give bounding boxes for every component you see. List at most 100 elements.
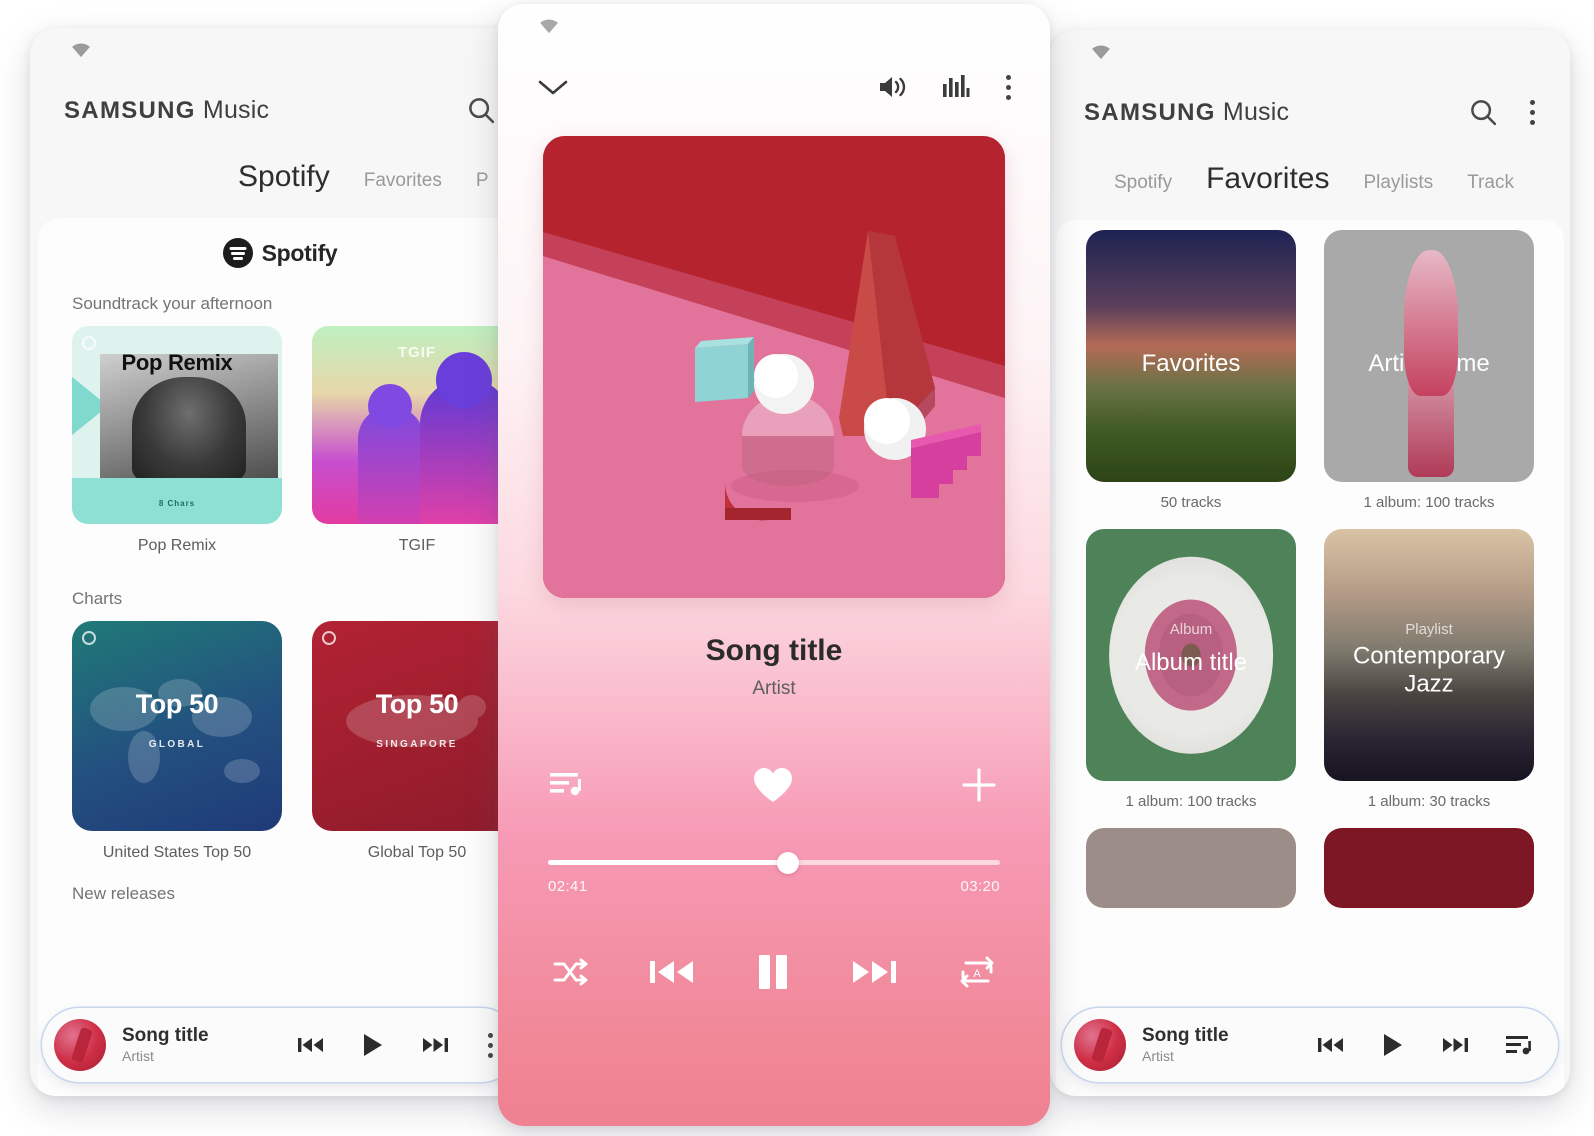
now-playing-top-bar <box>498 50 1050 124</box>
tab-playlists[interactable]: Playlists <box>1363 172 1433 194</box>
card-tgif[interactable]: TGIF TGIF <box>312 326 522 555</box>
status-bar-left <box>30 28 530 74</box>
section-title-soundtrack: Soundtrack your afternoon <box>72 294 273 313</box>
app-bar-right: SAMSUNG Music <box>1050 76 1570 148</box>
wifi-icon <box>72 43 90 58</box>
next-icon[interactable] <box>422 1035 448 1055</box>
transport-controls: A <box>498 953 1050 991</box>
seek-track[interactable] <box>548 851 1000 874</box>
badge-dot-icon <box>322 631 336 645</box>
next-icon[interactable] <box>1442 1035 1468 1055</box>
tab-tracks[interactable]: Track <box>1467 172 1514 194</box>
repeat-all-icon[interactable]: A <box>958 955 996 989</box>
shuffle-icon[interactable] <box>552 957 588 987</box>
art-title-tgif: TGIF <box>397 344 437 361</box>
art-title-us-top-50: Top 50 <box>135 689 219 719</box>
wifi-icon <box>540 19 558 34</box>
grid-card-name: Favorites <box>1141 349 1241 377</box>
volume-icon[interactable] <box>878 74 908 100</box>
search-icon[interactable] <box>466 95 496 125</box>
now-playing-actions <box>498 766 1050 804</box>
content-sheet-left: Spotify Soundtrack your afternoon Pop Re… <box>38 218 522 1096</box>
grid-card-kind: Artist <box>1411 322 1447 339</box>
previous-icon[interactable] <box>650 956 694 988</box>
album-artwork-graphic <box>543 136 1005 598</box>
phone-center-now-playing: Song title Artist 02:41 03:20 A <box>498 4 1050 1126</box>
play-icon[interactable] <box>362 1033 384 1057</box>
favorites-grid-next-row <box>1056 810 1564 908</box>
tab-playlists[interactable]: P <box>476 170 489 192</box>
next-icon[interactable] <box>852 956 896 988</box>
phone-left: SAMSUNG Music Spotify Favorites P Spotif… <box>30 28 530 1096</box>
previous-icon[interactable] <box>1318 1035 1344 1055</box>
card-global-top-50[interactable]: Top 50 SINGAPORE Global Top 50 <box>312 621 522 862</box>
mini-player-right[interactable]: Song title Artist <box>1062 1008 1558 1082</box>
grid-card-caption: 1 album: 30 tracks <box>1367 793 1491 810</box>
grid-card-name: Contemporary Jazz <box>1352 642 1506 698</box>
seek-bar[interactable]: 02:41 03:20 <box>498 851 1050 895</box>
phone-right: SAMSUNG Music Spotify Favorites Playlist… <box>1050 30 1570 1096</box>
now-playing-title: Song title <box>705 634 843 667</box>
album-art-pop-remix: Pop Remix 8 Chars <box>72 326 282 524</box>
grid-card-name: Album title <box>1134 648 1248 676</box>
add-icon[interactable] <box>960 766 998 804</box>
chevron-down-icon[interactable] <box>536 76 570 98</box>
tab-strip-left[interactable]: Spotify Favorites P <box>30 146 530 218</box>
tab-favorites[interactable]: Favorites <box>1206 162 1329 196</box>
brand-samsung: SAMSUNG <box>64 96 196 124</box>
favorite-heart-icon[interactable] <box>752 766 794 804</box>
more-icon[interactable] <box>1528 97 1536 127</box>
cover-artist: Artist Artist name <box>1324 230 1534 482</box>
tab-favorites[interactable]: Favorites <box>364 170 442 192</box>
queue-icon[interactable] <box>1506 1033 1534 1057</box>
mini-player-artist: Artist <box>122 1048 154 1065</box>
mini-player-title: Song title <box>122 1025 209 1047</box>
search-icon[interactable] <box>1468 97 1498 127</box>
grid-card-favorites[interactable]: Favorites 50 tracks <box>1086 230 1296 511</box>
tab-strip-right[interactable]: Spotify Favorites Playlists Track <box>1050 148 1570 220</box>
grid-card-playlist[interactable]: Playlist Contemporary Jazz 1 album: 30 t… <box>1324 529 1534 810</box>
card-pop-remix[interactable]: Pop Remix 8 Chars Pop Remix <box>72 326 282 555</box>
status-bar-center <box>498 4 1050 50</box>
now-playing-screen: Song title Artist 02:41 03:20 A <box>498 4 1050 1126</box>
card-us-top-50[interactable]: Top 50 GLOBAL United States Top 50 <box>72 621 282 862</box>
favorites-grid: Favorites 50 tracks Artist Artist name 1… <box>1056 220 1564 810</box>
cover-peek-a[interactable] <box>1086 828 1296 908</box>
seek-fill <box>548 860 788 865</box>
tab-spotify[interactable]: Spotify <box>1114 172 1172 194</box>
mini-player-left[interactable]: Song title Artist <box>42 1008 518 1082</box>
mini-player-artwork <box>54 1019 106 1071</box>
grid-card-caption: 1 album: 100 tracks <box>1363 494 1495 511</box>
art-sub-pop-remix: 8 Chars <box>158 499 196 508</box>
cover-peek-b[interactable] <box>1324 828 1534 908</box>
card-caption-us-top-50: United States Top 50 <box>102 844 252 861</box>
status-bar-right <box>1050 30 1570 76</box>
equalizer-icon[interactable] <box>942 74 970 100</box>
world-map-icon <box>90 679 260 783</box>
previous-icon[interactable] <box>298 1035 324 1055</box>
wifi-icon <box>1092 45 1110 60</box>
card-caption-global-top-50: Global Top 50 <box>367 844 467 861</box>
total-time: 03:20 <box>960 878 1000 895</box>
pause-icon[interactable] <box>756 953 790 991</box>
album-artwork <box>543 136 1005 598</box>
grid-card-artist[interactable]: Artist Artist name 1 album: 100 tracks <box>1324 230 1534 511</box>
grid-card-album[interactable]: Album Album title 1 album: 100 tracks <box>1086 529 1296 810</box>
cover-album: Album Album title <box>1086 529 1296 781</box>
more-icon[interactable] <box>1004 72 1012 102</box>
brand-music: Music <box>1215 97 1290 126</box>
grid-card-kind: Playlist <box>1405 621 1453 638</box>
art-title-global-top-50: Top 50 <box>375 689 459 719</box>
card-row-charts: Top 50 GLOBAL United States Top 50 Top 5… <box>38 621 522 862</box>
cover-playlist: Playlist Contemporary Jazz <box>1324 529 1534 781</box>
more-icon[interactable] <box>486 1030 494 1060</box>
queue-icon[interactable] <box>550 770 586 800</box>
map-outline-icon <box>346 695 486 747</box>
seek-knob[interactable] <box>776 851 799 874</box>
play-icon[interactable] <box>1382 1033 1404 1057</box>
album-art-us-top-50: Top 50 GLOBAL <box>72 621 282 831</box>
tab-spotify[interactable]: Spotify <box>238 160 330 194</box>
app-title-left: SAMSUNG Music <box>64 96 269 125</box>
svg-text:A: A <box>973 968 981 980</box>
brand-samsung: SAMSUNG <box>1084 98 1216 126</box>
